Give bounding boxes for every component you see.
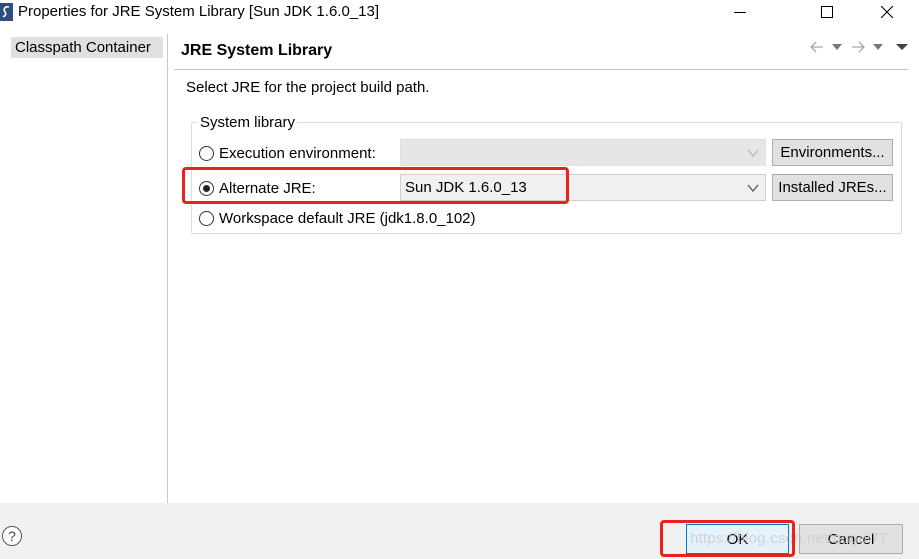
maximize-button[interactable]	[804, 0, 850, 24]
cancel-button[interactable]: Cancel	[799, 524, 903, 554]
highlight-box-ok	[660, 520, 795, 557]
sidebar	[0, 34, 168, 503]
radio-workspace-default-jre[interactable]: Workspace default JRE (jdk1.8.0_102)	[199, 208, 476, 228]
eclipse-app-icon	[0, 3, 13, 21]
execution-environment-combo[interactable]	[400, 139, 766, 166]
close-icon	[881, 6, 893, 18]
radio-button-unselected[interactable]	[199, 210, 214, 226]
chevron-down-icon	[747, 149, 759, 158]
page-title: JRE System Library	[181, 42, 333, 59]
forward-menu-icon[interactable]	[873, 40, 883, 54]
installed-jres-button[interactable]: Installed JREs...	[772, 174, 893, 201]
forward-icon[interactable]	[851, 40, 865, 54]
radio-label: Execution environment:	[219, 144, 376, 162]
view-menu-icon[interactable]	[896, 40, 908, 54]
group-title: System library	[198, 113, 298, 133]
radio-button-unselected[interactable]	[199, 145, 214, 161]
close-button[interactable]	[864, 0, 910, 24]
help-icon[interactable]: ?	[2, 526, 22, 546]
minimize-icon	[734, 12, 746, 13]
sidebar-item-classpath-container[interactable]: Classpath Container	[11, 37, 163, 58]
radio-execution-environment[interactable]: Execution environment:	[199, 143, 376, 163]
maximize-icon	[821, 6, 833, 18]
highlight-box-alternate-jre	[182, 167, 569, 204]
radio-label: Workspace default JRE (jdk1.8.0_102)	[219, 209, 476, 227]
back-icon[interactable]	[810, 40, 824, 54]
window-title: Properties for JRE System Library [Sun J…	[18, 3, 379, 20]
minimize-button[interactable]	[717, 0, 763, 24]
back-menu-icon[interactable]	[832, 40, 842, 54]
environments-button[interactable]: Environments...	[772, 139, 893, 166]
chevron-down-icon	[747, 184, 759, 193]
page-description: Select JRE for the project build path.	[186, 79, 430, 96]
